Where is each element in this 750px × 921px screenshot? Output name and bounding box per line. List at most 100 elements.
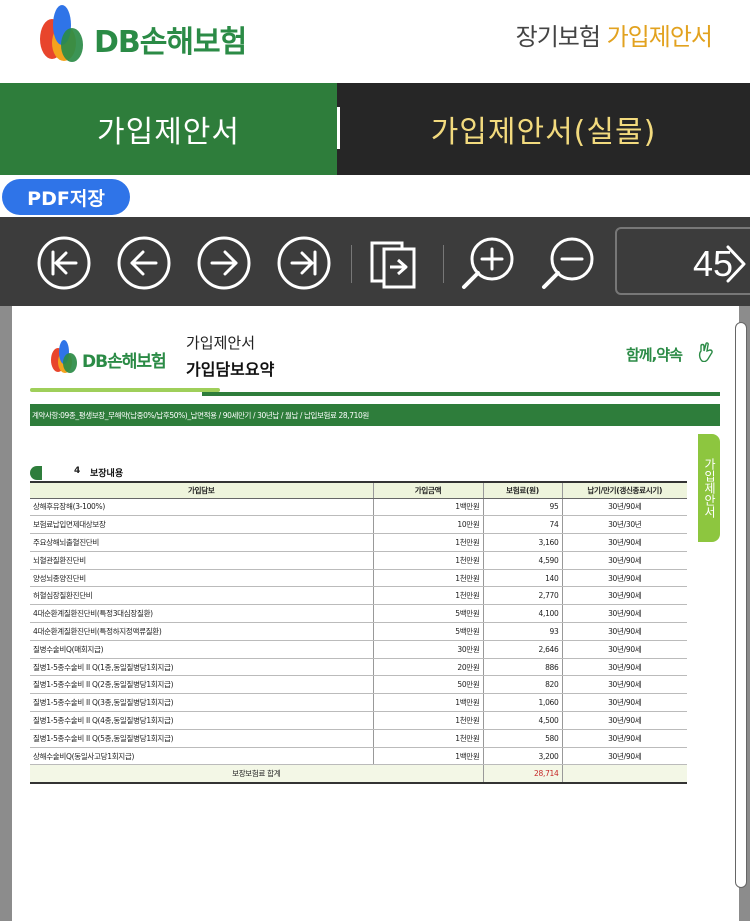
premium-cell: 140 [482,569,562,588]
coverage-table-body: 상해후유장해(3-100%) 1백만원 95 30년/90세 보험료납입면제대상보장 10… [30,498,687,784]
promise-hand-icon [698,342,713,362]
coverage-name-cell: 상해후유장해(3-100%) [30,498,373,517]
coverage-name-cell: 질병1-5종수술비 II Q(4종,동일질병당1회지급) [30,711,373,730]
term-cell: 30년/90세 [561,693,687,713]
section-title: 보장내용 [90,469,124,479]
zoom-in-icon[interactable] [460,235,516,291]
coverage-table: 가입담보 가입금액 보험료(원) 납기/만기(갱신종료시기) 상해후유장해(3-… [30,481,687,784]
table-row: 4대순환계질환진단비(특정3대심장질환) 5백만원 4,100 30년/90세 [30,604,687,624]
amount-cell: 50만원 [372,675,483,695]
premium-cell: 4,500 [482,711,562,730]
amount-cell: 1백만원 [372,693,483,713]
term-cell: 30년/90세 [561,675,687,695]
premium-cell: 820 [482,675,562,695]
term-cell: 30년/90세 [561,747,687,766]
term-cell: 30년/90세 [561,551,687,570]
first-page-icon[interactable] [36,235,92,291]
doc-logo-text: DB손해보험 [82,352,167,372]
table-row: 질병1-5종수술비 II Q(5종,동일질병당1회지급) 1천만원 580 30년/9… [30,729,687,748]
pdf-toolbar: 45 [0,217,750,306]
db-logo-icon [40,5,83,62]
pdf-viewer[interactable]: DB손해보험 가입제안서 가입담보요약 함께,약속 계약사항:09종_평생보장_… [0,306,750,921]
section-number: 4 [74,466,81,476]
premium-cell: 580 [482,729,562,748]
term-cell: 30년/30년 [561,515,687,535]
zoom-out-icon[interactable] [540,235,596,291]
contract-info-bar: 계약사항:09종_평생보장_무해약(납중0%/납후50%)_납면적용 / 90세… [30,404,720,426]
term-cell: 30년/90세 [561,729,687,748]
toolbar-divider [443,245,444,283]
term-cell: 30년/90세 [561,604,687,624]
slogan-text: 함께,약속 [626,346,683,364]
premium-cell: 886 [482,658,562,677]
table-row: 주요상해뇌출혈진단비 1천만원 3,160 30년/90세 [30,533,687,552]
total-value: 28,714 [482,764,562,784]
term-cell: 30년/90세 [561,533,687,552]
amount-cell: 1백만원 [372,498,483,517]
prev-page-icon[interactable] [116,235,172,291]
premium-cell: 95 [482,498,562,517]
term-cell: 30년/90세 [561,586,687,606]
coverage-name-cell: 질병1-5종수술비 II Q(2종,동일질병당1회지급) [30,675,373,695]
page-view-icon[interactable] [368,235,424,291]
side-tab-proposal[interactable]: 가입제안서 [698,434,720,542]
term-cell: 30년/90세 [561,640,687,659]
coverage-name-cell: 양성뇌종양진단비 [30,569,373,588]
term-cell: 30년/90세 [561,569,687,588]
coverage-name-cell: 주요상해뇌출혈진단비 [30,533,373,552]
amount-cell: 1천만원 [372,551,483,570]
table-row: 상해후유장해(3-100%) 1백만원 95 30년/90세 [30,498,687,517]
doc-logo: DB손해보험 [50,339,180,379]
app-header: DB손해보험 장기보험 가입제안서 [0,0,750,83]
last-page-icon[interactable] [276,235,332,291]
page-title: 장기보험 가입제안서 [516,17,713,52]
premium-cell: 93 [482,622,562,641]
total-empty-cell [561,764,687,784]
term-cell: 30년/90세 [561,498,687,517]
term-cell: 30년/90세 [561,711,687,730]
section-marker [30,466,42,480]
coverage-name-cell: 뇌혈관질환진단비 [30,551,373,570]
coverage-name-cell: 보험료납입면제대상보장 [30,515,373,535]
table-header-row: 가입담보 가입금액 보험료(원) 납기/만기(갱신종료시기) [30,481,687,499]
premium-cell: 2,646 [482,640,562,659]
table-row: 허혈심장질환진단비 1천만원 2,770 30년/90세 [30,586,687,606]
doc-subtitle: 가입담보요약 [186,360,275,379]
amount-cell: 20만원 [372,658,483,677]
premium-cell: 4,100 [482,604,562,624]
premium-cell: 4,590 [482,551,562,570]
db-logo-icon [51,340,77,373]
table-row: 질병1-5종수술비 II Q(4종,동일질병당1회지급) 1천만원 4,500 30년… [30,711,687,730]
amount-cell: 1천만원 [372,729,483,748]
premium-cell: 2,770 [482,586,562,606]
table-row: 뇌혈관질환진단비 1천만원 4,590 30년/90세 [30,551,687,570]
side-tab-label: 가입제안서 [702,458,717,518]
amount-cell: 5백만원 [372,604,483,624]
tab-divider [337,107,340,149]
chevron-right-icon[interactable] [722,244,748,284]
col-header-term: 납기/만기(갱신종료시기) [561,481,687,499]
table-row: 질병1-5종수술비 II Q(3종,동일질병당1회지급) 1백만원 1,060 30년… [30,693,687,713]
tab-bar: 가입제안서 가입제안서(실물) [0,83,750,175]
coverage-name-cell: 질병수술비Q(매회지급) [30,640,373,659]
coverage-name-cell: 상해수술비Q(동일사고당1회지급) [30,747,373,766]
tab-proposal[interactable]: 가입제안서 [0,83,337,175]
table-row: 4대순환계질환진단비(특정하지정맥류질환) 5백만원 93 30년/90세 [30,622,687,641]
header-accent-line [30,388,220,392]
premium-cell: 3,160 [482,533,562,552]
pdf-save-button[interactable]: PDF저장 [2,179,130,215]
col-header-amount: 가입금액 [372,481,483,499]
scrollbar[interactable] [735,322,747,888]
next-page-icon[interactable] [196,235,252,291]
premium-cell: 74 [482,515,562,535]
amount-cell: 1천만원 [372,569,483,588]
amount-cell: 1천만원 [372,711,483,730]
premium-cell: 3,200 [482,747,562,766]
coverage-name-cell: 허혈심장질환진단비 [30,586,373,606]
tab-proposal-original[interactable]: 가입제안서(실물) [337,83,750,175]
amount-cell: 30만원 [372,640,483,659]
term-cell: 30년/90세 [561,622,687,641]
pdf-save-label: PDF저장 [27,187,105,210]
table-row: 보험료납입면제대상보장 10만원 74 30년/30년 [30,515,687,535]
db-logo[interactable]: DB손해보험 [38,3,278,65]
